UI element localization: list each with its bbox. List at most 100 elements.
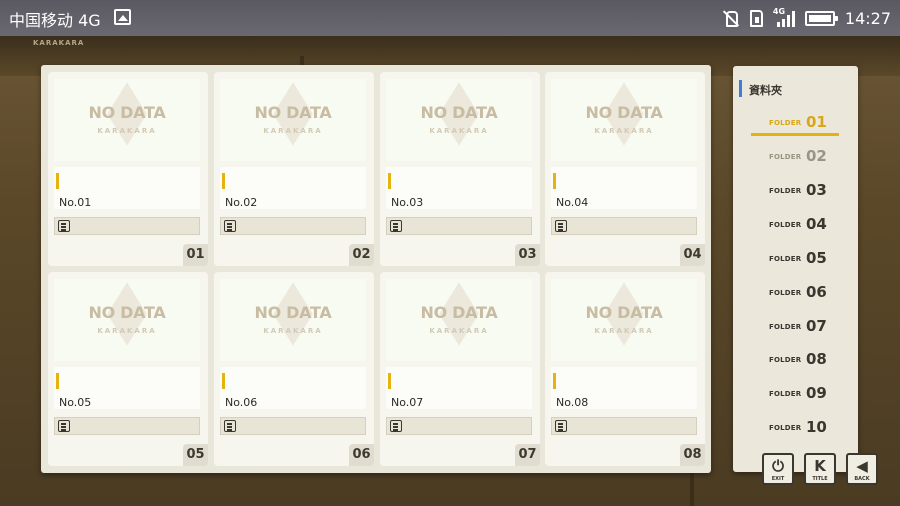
status-bar: 中国移动 4G 4G 14:27 (0, 0, 900, 36)
slot-label: No.02 (225, 196, 258, 209)
title-button[interactable]: K TITLE (804, 453, 836, 485)
memo-icon (555, 420, 567, 432)
save-slot[interactable]: NO DATA KARAKARA No.08 08 (545, 272, 705, 466)
slot-number: 03 (515, 244, 540, 266)
folder-tab-10[interactable]: FOLDER 10 (751, 416, 839, 440)
no-data-sublabel: KARAKARA (97, 127, 157, 135)
slot-accent-bar (388, 173, 391, 189)
no-data-label: NO DATA (254, 303, 332, 322)
slot-memo[interactable] (386, 217, 532, 235)
save-slot[interactable]: NO DATA KARAKARA No.04 04 (545, 72, 705, 266)
no-data-label: NO DATA (420, 103, 498, 122)
folder-number: 07 (806, 317, 827, 335)
folder-number: 08 (806, 350, 827, 368)
slot-number: 06 (349, 444, 374, 466)
save-slot[interactable]: NO DATA KARAKARA No.02 02 (214, 72, 374, 266)
slot-memo[interactable] (386, 417, 532, 435)
memo-icon (224, 420, 236, 432)
slot-number: 05 (183, 444, 208, 466)
folder-tab-06[interactable]: FOLDER 06 (751, 281, 839, 305)
no-data-label: NO DATA (585, 303, 663, 322)
save-slot[interactable]: NO DATA KARAKARA No.06 06 (214, 272, 374, 466)
folder-number: 04 (806, 215, 827, 233)
memo-icon (555, 220, 567, 232)
title-label: TITLE (812, 476, 828, 482)
slot-memo[interactable] (551, 217, 697, 235)
slot-thumbnail: NO DATA KARAKARA (54, 79, 200, 161)
slot-number: 08 (680, 444, 705, 466)
power-icon: ⏻ (772, 457, 784, 475)
slot-memo[interactable] (54, 217, 200, 235)
folder-number: 03 (806, 181, 827, 199)
slot-info: No.02 (220, 167, 366, 209)
signal-icon: 4G (772, 7, 795, 27)
folder-word: FOLDER (769, 323, 802, 331)
no-data-label: NO DATA (254, 103, 332, 122)
slot-label: No.05 (59, 396, 92, 409)
slot-number: 04 (680, 244, 705, 266)
slot-memo[interactable] (220, 417, 366, 435)
sim-icon (749, 9, 763, 27)
folder-active-underline (751, 133, 839, 136)
gallery-icon (114, 9, 131, 25)
slot-memo[interactable] (54, 417, 200, 435)
folder-word: FOLDER (769, 187, 802, 195)
folder-heading-accent (739, 80, 742, 97)
folder-tab-08[interactable]: FOLDER 08 (751, 348, 839, 372)
folder-tab-01[interactable]: FOLDER 01 (751, 111, 839, 136)
slot-thumbnail: NO DATA KARAKARA (551, 79, 697, 161)
slot-info: No.06 (220, 367, 366, 409)
slot-label: No.03 (391, 196, 424, 209)
folder-word: FOLDER (769, 153, 802, 161)
back-button[interactable]: ◀ BACK (846, 453, 878, 485)
folder-tab-05[interactable]: FOLDER 05 (751, 247, 839, 271)
slot-accent-bar (222, 173, 225, 189)
folder-number: 10 (806, 418, 827, 436)
status-icons: 4G 14:27 (722, 6, 891, 30)
slot-thumbnail: NO DATA KARAKARA (551, 279, 697, 361)
slot-number: 01 (183, 244, 208, 266)
mute-icon (722, 9, 740, 27)
slot-thumbnail: NO DATA KARAKARA (220, 279, 366, 361)
no-data-sublabel: KARAKARA (263, 127, 323, 135)
folder-number: 02 (806, 147, 827, 165)
save-slot[interactable]: NO DATA KARAKARA No.07 07 (380, 272, 540, 466)
no-data-label: NO DATA (88, 103, 166, 122)
slot-thumbnail: NO DATA KARAKARA (220, 79, 366, 161)
slot-accent-bar (56, 373, 59, 389)
clock: 14:27 (844, 8, 891, 28)
memo-icon (58, 220, 70, 232)
slot-info: No.07 (386, 367, 532, 409)
slot-accent-bar (553, 373, 556, 389)
folder-tab-09[interactable]: FOLDER 09 (751, 382, 839, 406)
folder-tab-02[interactable]: FOLDER 02 (751, 145, 839, 169)
no-data-label: NO DATA (420, 303, 498, 322)
slot-thumbnail: NO DATA KARAKARA (386, 279, 532, 361)
folder-word: FOLDER (769, 119, 802, 127)
folder-tab-04[interactable]: FOLDER 04 (751, 213, 839, 237)
exit-button[interactable]: ⏻ EXIT (762, 453, 794, 485)
no-data-sublabel: KARAKARA (97, 327, 157, 335)
memo-icon (390, 420, 402, 432)
slot-info: No.04 (551, 167, 697, 209)
back-label: BACK (854, 476, 870, 482)
folder-word: FOLDER (769, 221, 802, 229)
slot-info: No.08 (551, 367, 697, 409)
save-slot[interactable]: NO DATA KARAKARA No.03 03 (380, 72, 540, 266)
folder-word: FOLDER (769, 255, 802, 263)
save-slot[interactable]: NO DATA KARAKARA No.01 01 (48, 72, 208, 266)
slot-memo[interactable] (220, 217, 366, 235)
battery-icon (804, 10, 838, 26)
slot-label: No.06 (225, 396, 258, 409)
network-type-label: 4G (772, 7, 786, 16)
slot-info: No.03 (386, 167, 532, 209)
save-slot[interactable]: NO DATA KARAKARA No.05 05 (48, 272, 208, 466)
folder-number: 05 (806, 249, 827, 267)
slot-thumbnail: NO DATA KARAKARA (54, 279, 200, 361)
folder-tab-03[interactable]: FOLDER 03 (751, 179, 839, 203)
folder-word: FOLDER (769, 356, 802, 364)
slot-label: No.04 (556, 196, 589, 209)
folder-word: FOLDER (769, 424, 802, 432)
slot-memo[interactable] (551, 417, 697, 435)
folder-tab-07[interactable]: FOLDER 07 (751, 315, 839, 339)
